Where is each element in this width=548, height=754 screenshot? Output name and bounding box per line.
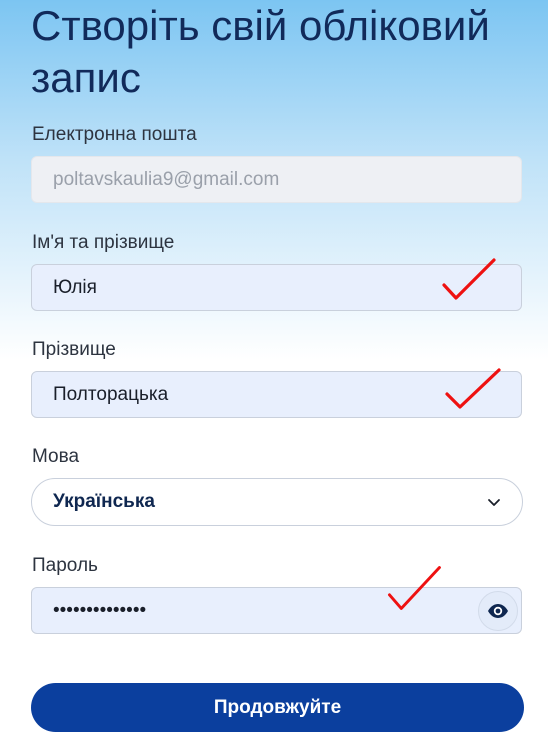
last-name-label: Прізвище: [32, 339, 116, 360]
continue-button[interactable]: Продовжуйте: [31, 683, 524, 732]
password-label: Пароль: [32, 555, 98, 576]
language-value: Українська: [53, 491, 155, 512]
page-title: Створіть свій обліковий запис: [31, 2, 490, 101]
email-field: poltavskaulia9@gmail.com: [31, 156, 522, 203]
language-select[interactable]: Українська: [31, 478, 523, 526]
eye-icon: [488, 604, 508, 618]
red-checkmark-icon: [445, 368, 501, 409]
last-name-value: Полторацька: [53, 383, 169, 405]
language-label: Мова: [32, 446, 80, 467]
email-label: Електронна пошта: [32, 124, 197, 145]
first-name-label: Ім'я та прізвище: [32, 232, 175, 253]
chevron-down-icon: [488, 499, 500, 506]
password-input[interactable]: ••••••••••••••: [31, 587, 522, 634]
red-checkmark-icon: [388, 566, 441, 610]
password-value: ••••••••••••••: [53, 599, 147, 621]
first-name-value: Юлія: [53, 276, 97, 298]
show-password-button[interactable]: [478, 591, 518, 631]
red-checkmark-icon: [442, 258, 496, 300]
email-value: poltavskaulia9@gmail.com: [53, 168, 280, 190]
